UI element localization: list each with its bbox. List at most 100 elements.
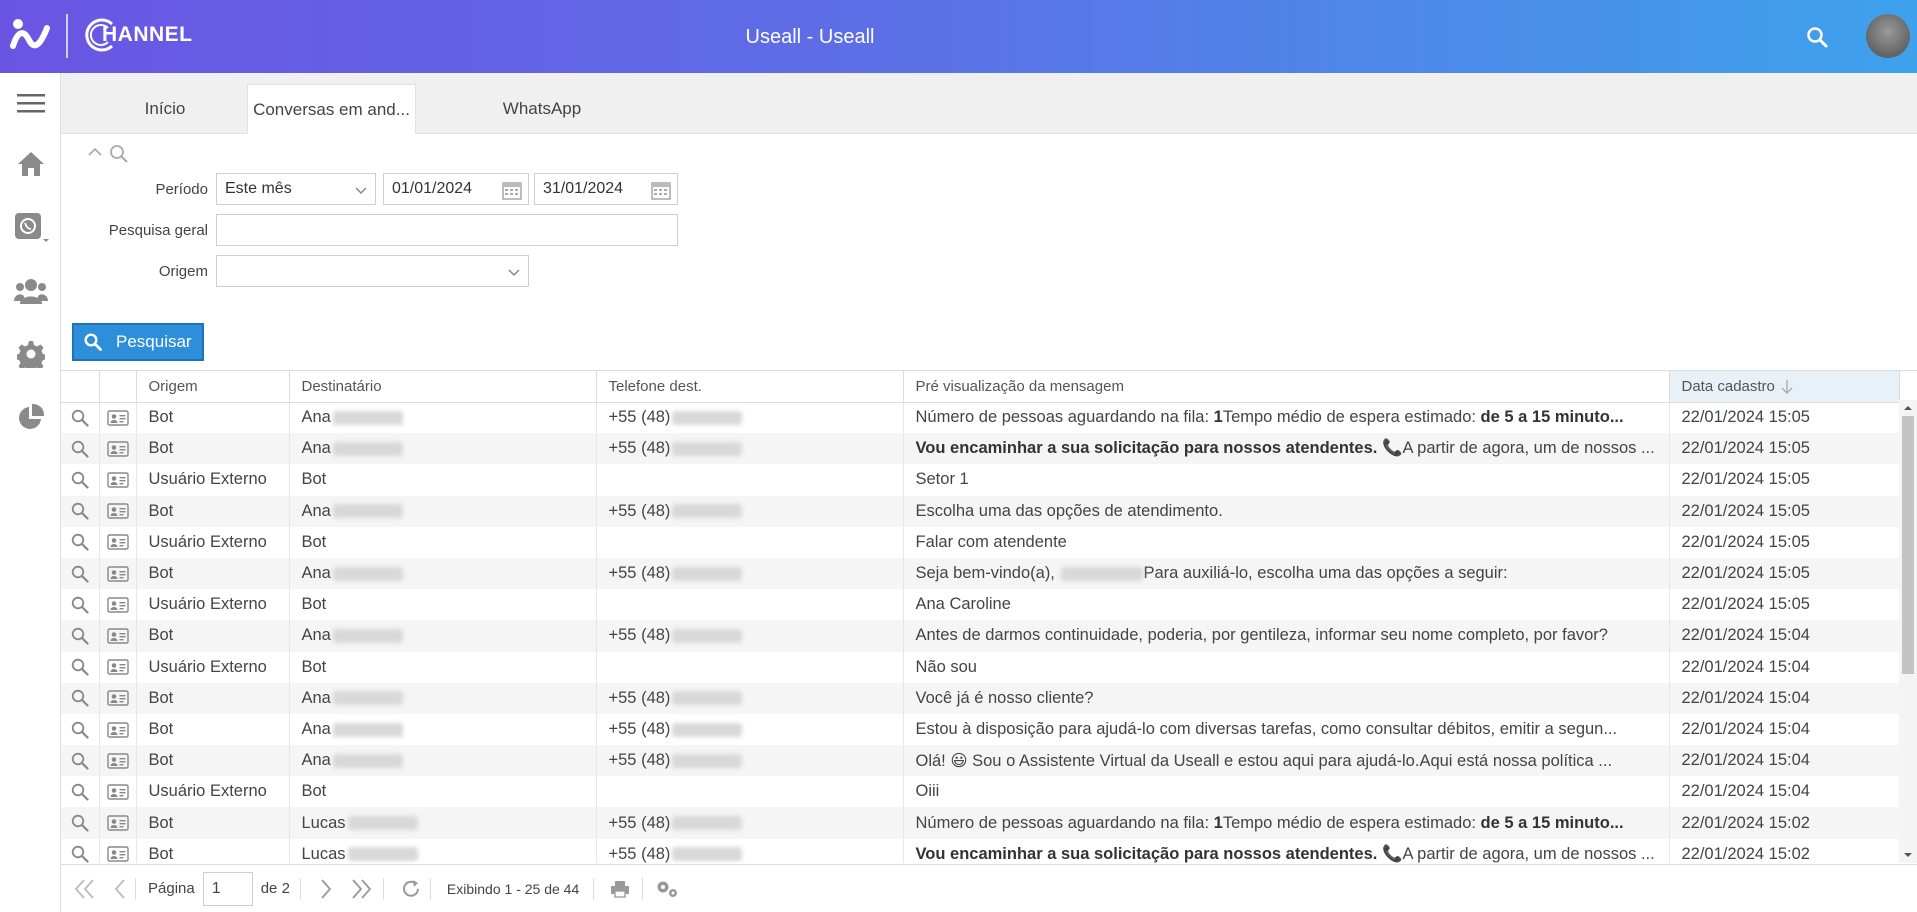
col-data-cadastro[interactable]: Data cadastro: [1669, 371, 1900, 403]
table-row[interactable]: Bot Ana +55 (48) Estou à disposição para aj…: [61, 713, 1900, 746]
contact-card-icon: [106, 441, 129, 457]
magnifier-icon: [71, 627, 89, 645]
last-page-button[interactable]: [349, 878, 373, 900]
pager-separator: [642, 877, 644, 900]
card-cell[interactable]: [99, 526, 137, 558]
view-cell[interactable]: [61, 838, 100, 863]
scrollbar-thumb[interactable]: [1902, 416, 1914, 674]
view-cell[interactable]: [61, 682, 100, 714]
prev-page-button[interactable]: [113, 878, 127, 900]
view-cell[interactable]: [61, 433, 100, 465]
card-cell[interactable]: [99, 495, 137, 527]
telefone-cell: +55 (48): [596, 433, 904, 465]
card-cell[interactable]: [99, 838, 137, 863]
preview-text: Não sou: [915, 657, 977, 676]
card-cell[interactable]: [99, 620, 137, 652]
search-button[interactable]: Pesquisar: [72, 323, 204, 361]
scroll-up-icon[interactable]: [1903, 403, 1913, 413]
sidebar-item-settings[interactable]: [0, 334, 61, 374]
grid-settings-button[interactable]: [655, 879, 681, 899]
origem-cell: Bot: [136, 402, 290, 434]
table-row[interactable]: Usuário Externo Bot Não sou 22/01/2024 15:0…: [61, 651, 1900, 683]
card-cell[interactable]: [99, 464, 137, 496]
date-from-field[interactable]: 01/01/2024: [383, 173, 529, 205]
refresh-button[interactable]: [400, 878, 422, 900]
view-cell[interactable]: [61, 464, 100, 496]
magnifier-icon: [71, 534, 89, 552]
view-cell[interactable]: [61, 713, 100, 746]
view-cell[interactable]: [61, 526, 100, 558]
grid-header-row: Origem Destinatário Telefone dest. Pré v…: [61, 371, 1900, 403]
sidebar-item-whatsapp[interactable]: [0, 208, 61, 248]
view-cell[interactable]: [61, 495, 100, 527]
view-cell[interactable]: [61, 620, 100, 652]
next-page-button[interactable]: [319, 878, 333, 900]
table-row[interactable]: Bot Ana +55 (48) Vou encaminhar a sua solic…: [61, 433, 1900, 465]
card-cell[interactable]: [99, 745, 137, 777]
search-icon[interactable]: [1806, 26, 1828, 48]
table-row[interactable]: Bot Lucas +55 (48) Vou encaminhar a sua sol…: [61, 838, 1900, 863]
col-destinatario[interactable]: Destinatário: [289, 371, 597, 403]
print-button[interactable]: [610, 880, 630, 898]
pagination-bar: Página 1 de 2 Exibindo 1 - 25 de 44: [61, 864, 1917, 912]
card-cell[interactable]: [99, 557, 137, 590]
tab-whatsapp[interactable]: WhatsApp: [469, 84, 615, 134]
view-cell[interactable]: [61, 589, 100, 621]
sort-desc-icon[interactable]: [1781, 379, 1793, 395]
tab-inicio[interactable]: Início: [109, 84, 221, 134]
grid-scrollbar[interactable]: [1899, 400, 1917, 863]
col-view: [61, 371, 100, 403]
view-cell[interactable]: [61, 402, 100, 434]
card-cell[interactable]: [99, 651, 137, 683]
table-row[interactable]: Usuário Externo Bot Setor 1 22/01/2024 15:0…: [61, 464, 1900, 496]
card-cell[interactable]: [99, 776, 137, 808]
filter-toggle[interactable]: [87, 144, 129, 164]
table-row[interactable]: Bot Ana +55 (48) Antes de darmos continuida…: [61, 620, 1900, 652]
sidebar-item-home[interactable]: [0, 144, 61, 184]
origem-select[interactable]: [216, 255, 529, 287]
card-cell[interactable]: [99, 682, 137, 714]
calendar-icon[interactable]: [651, 180, 671, 200]
chevron-up-icon[interactable]: [87, 144, 103, 160]
pesquisa-input[interactable]: [216, 214, 678, 246]
card-cell[interactable]: [99, 713, 137, 746]
sidebar-item-contacts[interactable]: [0, 271, 61, 311]
page-input[interactable]: 1: [202, 871, 253, 906]
col-telefone[interactable]: Telefone dest.: [596, 371, 904, 403]
user-avatar[interactable]: [1866, 14, 1910, 58]
table-row[interactable]: Bot Ana +55 (48) Seja bem-vindo(a), Para au…: [61, 557, 1900, 590]
origem-cell: Bot: [136, 713, 290, 746]
first-page-button[interactable]: [73, 878, 97, 900]
view-cell[interactable]: [61, 651, 100, 683]
date-to-field[interactable]: 31/01/2024: [534, 173, 678, 205]
col-origem[interactable]: Origem: [136, 371, 290, 403]
card-cell[interactable]: [99, 433, 137, 465]
scroll-down-icon[interactable]: [1903, 850, 1913, 860]
card-cell[interactable]: [99, 402, 137, 434]
table-row[interactable]: Usuário Externo Bot Oiii 22/01/2024 15:04: [61, 776, 1900, 808]
table-row[interactable]: Bot Ana +55 (48) Você já é nosso cliente? 22…: [61, 682, 1900, 714]
view-cell[interactable]: [61, 776, 100, 808]
grid-body: Bot Ana +55 (48) Número de pessoas aguardan…: [61, 402, 1900, 863]
view-cell[interactable]: [61, 557, 100, 590]
table-row[interactable]: Bot Ana +55 (48) Escolha uma das opções de …: [61, 495, 1900, 527]
table-row[interactable]: Usuário Externo Bot Ana Caroline 22/01/2024…: [61, 589, 1900, 621]
periodo-select[interactable]: Este mês: [216, 173, 376, 205]
col-preview[interactable]: Pré visualização da mensagem: [903, 371, 1670, 403]
view-cell[interactable]: [61, 807, 100, 839]
table-row[interactable]: Bot Lucas +55 (48) Número de pessoas aguard…: [61, 807, 1900, 839]
table-row[interactable]: Bot Ana +55 (48) Número de pessoas aguardan…: [61, 402, 1900, 434]
table-row[interactable]: Bot Ana +55 (48) Olá! 😃 Sou o Assistente Vi…: [61, 745, 1900, 777]
menu-toggle[interactable]: [0, 83, 61, 123]
calendar-icon[interactable]: [502, 180, 522, 200]
redacted-phone: [672, 441, 743, 456]
telefone-cell: [596, 776, 904, 808]
card-cell[interactable]: [99, 807, 137, 839]
card-cell[interactable]: [99, 589, 137, 621]
destinatario-cell: Ana: [289, 495, 597, 527]
table-row[interactable]: Usuário Externo Bot Falar com atendente 22/…: [61, 526, 1900, 558]
view-cell[interactable]: [61, 745, 100, 777]
magnifier-icon: [71, 409, 89, 427]
sidebar-item-reports[interactable]: [0, 397, 61, 437]
tab-conversas[interactable]: Conversas em and...: [247, 84, 416, 134]
